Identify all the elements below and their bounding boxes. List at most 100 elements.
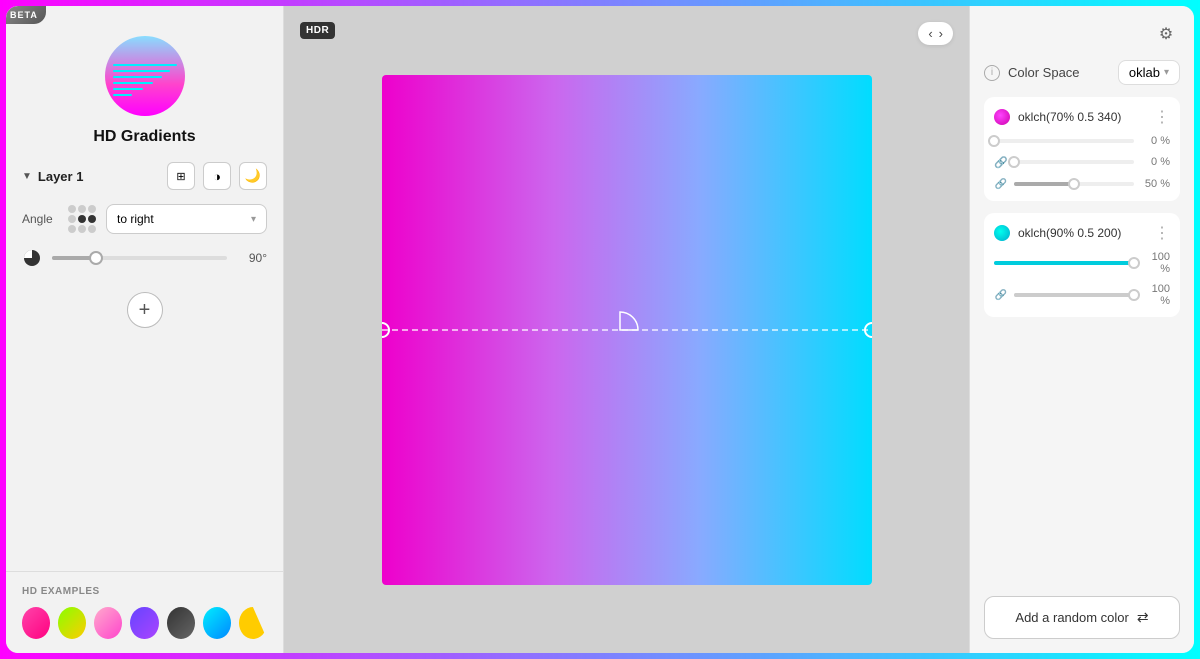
gradient-canvas — [382, 75, 872, 585]
settings-button[interactable]: ⚙ — [1152, 20, 1180, 48]
stop-2-slider-2-value: 100 % — [1140, 283, 1170, 307]
sidebar-footer: HD EXAMPLES — [6, 571, 283, 653]
sidebar: BETA HD Gradients ▼ Layer 1 — [6, 6, 284, 653]
add-random-label: Add a random color — [1015, 610, 1128, 625]
angle-value-display: 90° — [237, 251, 267, 265]
stop-2-slider-2-fill — [1014, 293, 1134, 297]
stop-1-slider-1-value: 0 % — [1140, 135, 1170, 147]
color-space-value: oklab — [1129, 65, 1160, 80]
color-stop-2-header: oklch(90% 0.5 200) ⋮ — [994, 223, 1170, 243]
color-stop-1-dot[interactable] — [994, 109, 1010, 125]
app-logo — [105, 36, 185, 116]
dot-bc — [78, 225, 86, 233]
more-options-2-icon[interactable]: ⋮ — [1154, 223, 1170, 243]
link-icon: 🔗 — [994, 155, 1008, 169]
angle-label: Angle — [22, 212, 58, 226]
color-space-label: Color Space — [1008, 65, 1110, 80]
shuffle-icon: ⇄ — [1137, 609, 1149, 626]
beta-badge: BETA — [6, 6, 46, 24]
dot-tr — [88, 205, 96, 213]
dot-mr — [88, 215, 96, 223]
info-icon[interactable]: i — [984, 65, 1000, 81]
dark-mode-button[interactable]: 🌙 — [239, 162, 267, 190]
logo-area: HD Gradients — [6, 6, 283, 162]
sidebar-content: ▼ Layer 1 ⊞ ◑ 🌙 Angle — [6, 162, 283, 571]
link-icon-2: 🔗 — [994, 177, 1008, 191]
example-swatch-7[interactable] — [239, 607, 267, 639]
stop-1-slider-2-track[interactable] — [1014, 160, 1134, 164]
examples-label: HD EXAMPLES — [22, 586, 267, 597]
stop-1-slider-1-thumb[interactable] — [988, 135, 1000, 147]
collapse-icon[interactable]: ▼ — [22, 171, 32, 182]
dot-tc — [78, 205, 86, 213]
stop-2-slider-1-fill — [994, 261, 1134, 265]
stop-1-slider-2-value: 0 % — [1140, 156, 1170, 168]
spacer — [984, 329, 1180, 584]
angle-slider-thumb[interactable] — [89, 251, 103, 265]
example-swatch-5[interactable] — [167, 607, 195, 639]
stop-1-slider-1-track[interactable] — [994, 139, 1134, 143]
layer-title-row: ▼ Layer 1 — [22, 169, 83, 184]
stop-2-slider-2-thumb[interactable] — [1128, 289, 1140, 301]
chevron-down-icon: ▾ — [1164, 67, 1169, 78]
stop-1-slider-2-thumb[interactable] — [1008, 156, 1020, 168]
angle-slider-row: 90° — [22, 248, 267, 268]
prev-arrow-icon[interactable]: ‹ — [928, 26, 932, 41]
settings-icon-row: ⚙ — [984, 20, 1180, 48]
more-options-1-icon[interactable]: ⋮ — [1154, 107, 1170, 127]
stop-2-slider-1-value: 100 % — [1140, 251, 1170, 275]
stop-2-slider-1-thumb[interactable] — [1128, 257, 1140, 269]
angle-direction-value: to right — [117, 212, 154, 226]
examples-row — [22, 607, 267, 639]
dot-tl — [68, 205, 76, 213]
angle-pie-icon — [22, 248, 42, 268]
color-space-row: i Color Space oklab ▾ — [984, 60, 1180, 85]
next-arrow-icon[interactable]: › — [939, 26, 943, 41]
logo-lines — [113, 64, 177, 96]
color-stop-2: oklch(90% 0.5 200) ⋮ 100 % 🔗 100 % — [984, 213, 1180, 317]
right-panel: ⚙ i Color Space oklab ▾ oklch(70% 0.5 34… — [969, 6, 1194, 653]
stop-1-slider-1-row: 0 % — [994, 135, 1170, 147]
nav-arrows[interactable]: ‹ › — [918, 22, 953, 45]
layer-actions: ⊞ ◑ 🌙 — [167, 162, 267, 190]
stop-1-slider-3-row: 🔗 50 % — [994, 177, 1170, 191]
color-space-select[interactable]: oklab ▾ — [1118, 60, 1180, 85]
example-swatch-4[interactable] — [130, 607, 158, 639]
link-icon-3: 🔗 — [994, 288, 1008, 302]
add-random-color-button[interactable]: Add a random color ⇄ — [984, 596, 1180, 639]
stop-2-slider-2-track[interactable] — [1014, 293, 1134, 297]
dot-br — [88, 225, 96, 233]
add-layer-area: + — [22, 276, 267, 344]
example-swatch-2[interactable] — [58, 607, 86, 639]
dot-bl — [68, 225, 76, 233]
angle-slider-track[interactable] — [52, 256, 227, 260]
angle-row: Angle to right ▾ — [22, 204, 267, 234]
stop-1-slider-3-thumb[interactable] — [1068, 178, 1080, 190]
stop-2-slider-1-row: 100 % — [994, 251, 1170, 275]
layer-header: ▼ Layer 1 ⊞ ◑ 🌙 — [22, 162, 267, 190]
canvas-area: HDR ‹ › — [284, 6, 969, 653]
app-title: HD Gradients — [93, 128, 195, 146]
color-stop-1-header: oklch(70% 0.5 340) ⋮ — [994, 107, 1170, 127]
dot-ml — [68, 215, 76, 223]
example-swatch-1[interactable] — [22, 607, 50, 639]
layer-name: Layer 1 — [38, 169, 84, 184]
stop-2-slider-1-track[interactable] — [994, 261, 1134, 265]
color-stop-1: oklch(70% 0.5 340) ⋮ 0 % 🔗 0 % — [984, 97, 1180, 201]
stop-1-slider-3-fill — [1014, 182, 1074, 186]
color-stop-1-name: oklch(70% 0.5 340) — [1018, 110, 1146, 124]
stop-1-slider-3-track[interactable] — [1014, 182, 1134, 186]
half-circle-button[interactable]: ◑ — [203, 162, 231, 190]
angle-direction-select[interactable]: to right ▾ — [106, 204, 267, 234]
stop-1-slider-2-row: 🔗 0 % — [994, 155, 1170, 169]
stop-2-slider-2-row: 🔗 100 % — [994, 283, 1170, 307]
hdr-badge: HDR — [300, 22, 335, 39]
dot-mc — [78, 215, 86, 223]
add-layer-button[interactable]: + — [127, 292, 163, 328]
direction-dots[interactable] — [68, 205, 96, 233]
example-swatch-3[interactable] — [94, 607, 122, 639]
example-swatch-6[interactable] — [203, 607, 231, 639]
chevron-down-icon: ▾ — [251, 214, 256, 225]
grid-view-button[interactable]: ⊞ — [167, 162, 195, 190]
color-stop-2-dot[interactable] — [994, 225, 1010, 241]
